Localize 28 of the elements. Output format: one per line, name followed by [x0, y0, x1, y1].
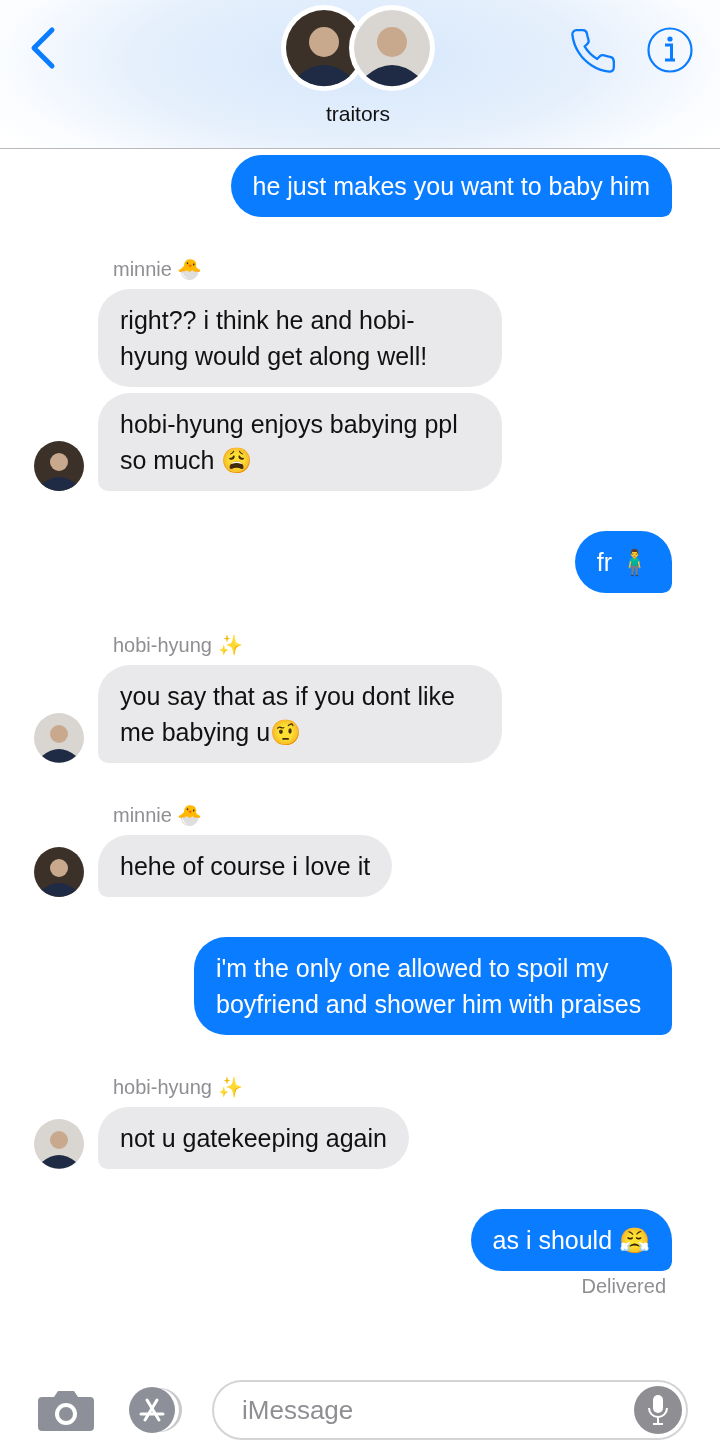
avatar-icon	[348, 4, 436, 92]
received-message: hehe of course i love it	[98, 835, 393, 897]
avatar-icon	[34, 441, 84, 491]
sender-name: hobi-hyung ✨	[113, 633, 243, 657]
received-message: not u gatekeeping again	[98, 1107, 409, 1169]
avatar-icon	[34, 713, 84, 763]
received-message: hobi-hyung enjoys babying ppl so much 😩	[98, 393, 502, 491]
microphone-icon	[646, 1393, 670, 1427]
sender-name: hobi-hyung ✨	[113, 1075, 243, 1099]
info-button[interactable]	[646, 26, 694, 76]
sent-message: he just makes you want to baby him	[230, 155, 672, 217]
received-message: right?? i think he and hobi-hyung would get along well!	[98, 289, 502, 387]
phone-icon	[568, 26, 618, 76]
sender-name: minnie 🐣	[113, 257, 203, 281]
call-button[interactable]	[568, 26, 618, 76]
avatar-icon	[34, 847, 84, 897]
sent-message: i'm the only one allowed to spoil my boyfriend and shower him with praises	[194, 937, 672, 1035]
info-icon	[646, 26, 694, 74]
message-input[interactable]: iMessage	[240, 1393, 634, 1427]
received-message: you say that as if you dont like me babying u🤨	[98, 665, 502, 763]
dictation-button[interactable]	[634, 1386, 682, 1434]
sender-name: minnie 🐣	[113, 803, 203, 827]
sent-message: as i should 😤	[470, 1209, 672, 1271]
message-field[interactable]: iMessage	[212, 1380, 688, 1440]
delivery-status: Delivered	[581, 1275, 666, 1298]
sent-message: fr 🧍‍♂	[574, 531, 672, 593]
avatar-icon	[34, 1119, 84, 1169]
conversation-title: traitors	[325, 102, 391, 126]
